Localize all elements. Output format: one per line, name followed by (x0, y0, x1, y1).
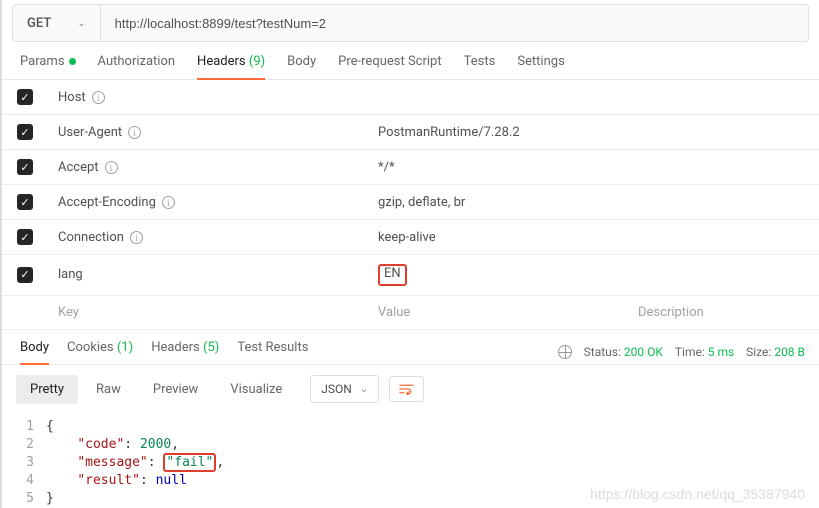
response-tabs: Body Cookies (1) Headers (5) Test Result… (20, 340, 308, 364)
checkbox[interactable]: ✓ (17, 89, 33, 105)
header-value[interactable]: gzip, deflate, br (378, 195, 465, 210)
wrap-icon (399, 383, 414, 395)
tab-tests[interactable]: Tests (464, 54, 496, 79)
visualize-button[interactable]: Visualize (216, 375, 296, 404)
resp-tab-testresults[interactable]: Test Results (237, 340, 308, 364)
checkbox[interactable]: ✓ (17, 159, 33, 175)
wrap-lines-button[interactable] (389, 376, 424, 402)
response-meta: Status: 200 OK Time: 5 ms Size: 208 B (558, 345, 805, 359)
table-row[interactable]: ✓ Connection i keep-alive (2, 220, 819, 255)
info-icon[interactable]: i (92, 91, 105, 104)
value-input[interactable]: Value (368, 295, 628, 329)
resp-tab-cookies[interactable]: Cookies (1) (67, 340, 133, 364)
tab-headers[interactable]: Headers (9) (197, 54, 265, 79)
tab-authorization[interactable]: Authorization (98, 54, 176, 79)
key-input[interactable]: Key (48, 295, 368, 329)
header-value[interactable]: PostmanRuntime/7.28.2 (378, 125, 520, 140)
header-key[interactable]: Accept (58, 160, 99, 175)
info-icon[interactable]: i (105, 161, 118, 174)
request-tabs: Params Authorization Headers (9) Body Pr… (2, 42, 819, 80)
checkbox[interactable]: ✓ (17, 267, 33, 283)
table-row[interactable]: ✓ User-Agent i PostmanRuntime/7.28.2 (2, 115, 819, 150)
pretty-button[interactable]: Pretty (16, 375, 78, 404)
size-value: 208 B (774, 345, 805, 359)
resp-tab-body[interactable]: Body (20, 340, 49, 364)
preview-button[interactable]: Preview (139, 375, 212, 404)
header-key[interactable]: User-Agent (58, 125, 122, 140)
chevron-down-icon: ⌄ (77, 18, 85, 29)
checkbox[interactable]: ✓ (17, 194, 33, 210)
url-input[interactable] (101, 5, 808, 41)
params-active-dot-icon (69, 58, 76, 65)
description-input[interactable]: Description (628, 295, 819, 329)
header-key[interactable]: Accept-Encoding (58, 195, 156, 210)
status-value: 200 OK (624, 345, 663, 359)
header-key[interactable]: Connection (58, 230, 124, 245)
response-controls: Pretty Raw Preview Visualize JSON ⌄ (2, 364, 819, 414)
table-row[interactable]: ✓ Accepti */* (2, 150, 819, 185)
info-icon[interactable]: i (130, 231, 143, 244)
tab-params[interactable]: Params (20, 54, 76, 79)
info-icon[interactable]: i (162, 196, 175, 209)
request-bar: GET ⌄ (12, 4, 809, 42)
response-bar: Body Cookies (1) Headers (5) Test Result… (2, 330, 819, 364)
http-method-select[interactable]: GET ⌄ (13, 5, 101, 41)
table-row-new[interactable]: KeyValueDescription (2, 295, 819, 329)
chevron-down-icon: ⌄ (360, 384, 368, 395)
header-key[interactable]: Host (58, 90, 86, 105)
time-value: 5 ms (708, 345, 734, 359)
header-value[interactable]: */* (378, 160, 395, 175)
tab-body[interactable]: Body (287, 54, 316, 79)
tab-settings[interactable]: Settings (517, 54, 564, 79)
http-method-label: GET (27, 16, 51, 31)
headers-table: ✓Hosti✓User-AgentiPostmanRuntime/7.28.2✓… (2, 80, 819, 330)
header-value[interactable]: EN (378, 264, 407, 286)
raw-button[interactable]: Raw (82, 375, 135, 404)
table-row[interactable]: ✓ Accept-Encoding i gzip, deflate, br (2, 185, 819, 220)
response-body-viewer[interactable]: 12345 { "code": 2000, "message": "fail",… (2, 414, 819, 508)
table-row[interactable]: ✓ lang EN (2, 255, 819, 296)
resp-tab-headers[interactable]: Headers (5) (151, 340, 219, 364)
table-row[interactable]: ✓ Hosti (2, 80, 819, 115)
checkbox[interactable]: ✓ (17, 124, 33, 140)
header-key[interactable]: lang (58, 267, 83, 282)
tab-prerequest[interactable]: Pre-request Script (338, 54, 441, 79)
checkbox[interactable]: ✓ (17, 229, 33, 245)
info-icon[interactable]: i (128, 126, 141, 139)
code-lines: { "code": 2000, "message": "fail", "resu… (46, 418, 224, 508)
globe-icon[interactable] (558, 345, 572, 359)
header-value[interactable]: keep-alive (378, 230, 436, 245)
format-select[interactable]: JSON ⌄ (310, 375, 379, 403)
line-gutter: 12345 (2, 418, 46, 508)
